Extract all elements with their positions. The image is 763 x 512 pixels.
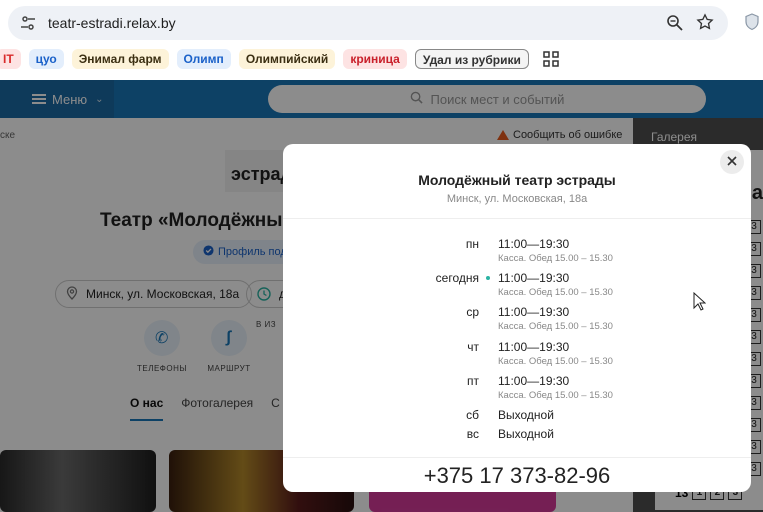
schedule-day: вс <box>466 427 479 441</box>
bookmark-krinitsa[interactable]: криница <box>343 49 407 69</box>
schedule-day: сб <box>466 408 479 422</box>
bookmark-udal[interactable]: Удал из рубрики <box>414 49 529 69</box>
schedule-hours: Выходной <box>498 408 554 422</box>
bookmarks-bar: IT цуо Энимал фарм Олимп Олимпийский кри… <box>0 48 559 70</box>
divider <box>283 457 751 458</box>
today-indicator <box>486 276 490 280</box>
schedule-note: Касса. Обед 15.00 – 15.30 <box>498 287 613 298</box>
url-text[interactable]: teatr-estradi.relax.by <box>48 15 176 31</box>
close-icon <box>727 153 737 171</box>
schedule-day: ср <box>466 305 479 319</box>
divider <box>283 218 751 219</box>
schedule-note: Касса. Обед 15.00 – 15.30 <box>498 253 613 264</box>
schedule-note: Касса. Обед 15.00 – 15.30 <box>498 321 613 332</box>
browser-chrome: teatr-estradi.relax.by IT цуо Энимал фар… <box>0 0 763 80</box>
bookmark-it[interactable]: IT <box>0 49 21 69</box>
schedule-day: пн <box>465 237 479 251</box>
schedule-hours: 11:00—19:30 <box>498 340 570 354</box>
mouse-cursor-icon <box>693 291 707 316</box>
hours-modal: Молодёжный театр эстрады Минск, ул. Моск… <box>283 144 751 492</box>
tune-icon[interactable] <box>18 13 38 33</box>
modal-address: Минск, ул. Московская, 18а <box>446 193 588 205</box>
schedule-day: сегодня <box>435 271 479 285</box>
modal-title: Молодёжный театр эстрады <box>418 172 616 188</box>
phone-number-link[interactable]: +375 17 373-82-96 <box>283 463 751 489</box>
schedule-note: Касса. Обед 15.00 – 15.30 <box>498 356 613 367</box>
bookmark-tsuo[interactable]: цуо <box>28 49 64 69</box>
zoom-icon[interactable] <box>666 14 684 37</box>
shield-icon[interactable] <box>744 13 760 36</box>
apps-grid-icon[interactable] <box>543 51 559 67</box>
schedule-hours: 11:00—19:30 <box>498 237 570 251</box>
star-icon[interactable] <box>696 13 714 36</box>
schedule-note: Касса. Обед 15.00 – 15.30 <box>498 390 613 401</box>
schedule-hours: 11:00—19:30 <box>498 305 570 319</box>
bookmark-olimp[interactable]: Олимп <box>176 49 231 69</box>
schedule-hours: Выходной <box>498 427 554 441</box>
schedule-hours: 11:00—19:30 <box>498 271 570 285</box>
schedule-hours: 11:00—19:30 <box>498 374 570 388</box>
schedule-day: пт <box>467 374 479 388</box>
schedule-day: чт <box>467 340 479 354</box>
address-bar[interactable]: teatr-estradi.relax.by <box>8 6 728 40</box>
bookmark-olimpiyskiy[interactable]: Олимпийский <box>238 49 336 69</box>
bookmark-animal-farm[interactable]: Энимал фарм <box>71 49 169 69</box>
close-button[interactable] <box>720 150 744 174</box>
